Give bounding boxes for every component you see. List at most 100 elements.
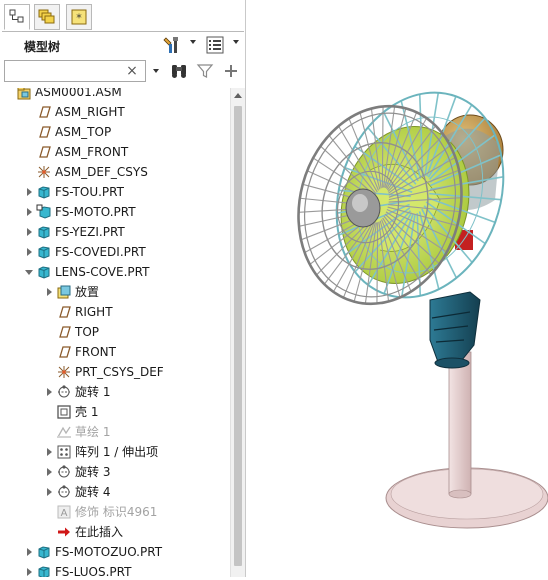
expand-arrow-icon[interactable] [24,542,34,562]
tools-dropdown-caret[interactable] [190,40,196,44]
model-tree-panel: * 模型树 × ASM0001.ASM ASM_RIGHT ASM_TOP AS… [0,0,246,577]
search-dropdown-caret[interactable] [153,69,159,73]
revolve-icon [56,384,72,400]
expand-arrow-icon[interactable] [44,382,54,402]
settings-tools-button[interactable] [163,36,181,54]
tree-item-label: FRONT [75,345,116,359]
tree-item-label: 旋转 1 [75,385,111,399]
insert-here-arrow-icon [56,524,72,540]
part-linked-icon [36,204,52,220]
expand-arrow-icon[interactable] [44,462,54,482]
tree-item-label: LENS-COVE.PRT [55,265,150,279]
options-dropdown-caret[interactable] [233,40,239,44]
tree-item-label: 草绘 1 [75,425,111,439]
tree-item[interactable]: FS-LUOS.PRT [0,562,230,577]
tree-item[interactable]: 旋转 4 [0,482,230,502]
placement-icon [56,284,72,300]
expand-arrow-icon[interactable] [44,442,54,462]
assembly-icon [16,88,32,100]
expand-arrow-icon[interactable] [44,282,54,302]
tree-item-label: PRT_CSYS_DEF [75,365,164,379]
panel-title: 模型树 [24,40,61,54]
search-clear-icon[interactable]: × [124,61,140,81]
tree-item-label: FS-MOTOZUO.PRT [55,545,163,559]
tree-item-label: ASM0001.ASM [35,88,122,99]
tab-model-tree[interactable] [4,4,30,30]
tree-item-label: FS-TOU.PRT [55,185,124,199]
tree-item[interactable]: 放置 [0,282,230,302]
datum-plane-icon [56,344,72,360]
scrollbar-thumb[interactable] [234,106,242,566]
tree-item[interactable]: 阵列 1 / 伸出项 [0,442,230,462]
tree-item[interactable]: ASM0001.ASM [0,88,230,102]
tree-item[interactable]: PRT_CSYS_DEF [0,362,230,382]
tree-item-label: 放置 [75,285,100,299]
cosmetic-icon: A [56,504,72,520]
stand-pole [448,351,472,495]
part-icon [36,544,52,560]
tree-item-label: 在此插入 [75,525,124,539]
tree-item-label: ASM_TOP [55,125,112,139]
scroll-up-arrow-icon[interactable] [234,93,242,98]
tree-item-label: RIGHT [75,305,113,319]
tree-item-label: 旋转 4 [75,485,111,499]
filter-icon [196,64,214,78]
show-options-button[interactable] [206,36,224,54]
expand-arrow-icon[interactable] [24,182,34,202]
expand-arrow-icon[interactable] [24,242,34,262]
tree-item-label: ASM_RIGHT [55,105,125,119]
tree-item-label: ASM_FRONT [55,145,129,159]
tree-item-label: FS-MOTO.PRT [55,205,136,219]
svg-text:*: * [76,12,82,25]
revolve-icon [56,484,72,500]
tree-item[interactable]: LENS-COVE.PRT [0,262,230,282]
tree-item[interactable]: TOP [0,322,230,342]
tree-item[interactable]: FRONT [0,342,230,362]
tree-item[interactable]: 旋转 3 [0,462,230,482]
find-button[interactable] [170,62,188,80]
tree-item[interactable]: FS-TOU.PRT [0,182,230,202]
csys-icon [56,364,72,380]
tab-favorites[interactable]: * [66,4,92,30]
list-view-icon [206,36,224,54]
expand-arrow-icon[interactable] [24,202,34,222]
csys-icon [36,164,52,180]
part-icon [36,264,52,280]
tree-item[interactable]: ASM_RIGHT [0,102,230,122]
tools-icon [163,37,178,53]
tree-item[interactable]: A 修饰 标识4961 [0,502,230,522]
tree-item[interactable]: ASM_DEF_CSYS [0,162,230,182]
tree-item[interactable]: RIGHT [0,302,230,322]
tree-item-label: FS-LUOS.PRT [55,565,132,577]
graphics-window[interactable] [247,0,548,577]
tree-item[interactable]: 在此插入 [0,522,230,542]
tree-item[interactable]: ASM_FRONT [0,142,230,162]
tab-layers[interactable] [34,4,60,30]
tree-item[interactable]: FS-YEZI.PRT [0,222,230,242]
tree-item[interactable]: FS-COVEDI.PRT [0,242,230,262]
tree-item-label: 旋转 3 [75,465,111,479]
tree-vertical-scrollbar[interactable] [230,88,245,577]
fan-neck [429,291,481,366]
collapse-arrow-icon[interactable] [24,262,34,282]
tree-item[interactable]: ASM_TOP [0,122,230,142]
tree-item[interactable]: FS-MOTOZUO.PRT [0,542,230,562]
add-column-button[interactable] [222,62,240,80]
expand-arrow-icon[interactable] [24,562,34,577]
fan-assembly-model [297,91,548,529]
tree-item[interactable]: 旋转 1 [0,382,230,402]
filter-button[interactable] [196,62,214,80]
tree-item[interactable]: 壳 1 [0,402,230,422]
datum-plane-icon [36,124,52,140]
tree-item-label: FS-COVEDI.PRT [55,245,146,259]
expand-arrow-icon[interactable] [44,482,54,502]
tree-item[interactable]: FS-MOTO.PRT [0,202,230,222]
tree-item[interactable]: 草绘 1 [0,422,230,442]
binoculars-icon [172,65,186,78]
sketch-icon [56,424,72,440]
part-icon [36,244,52,260]
model-tree-icon [9,9,24,23]
part-icon [36,224,52,240]
expand-arrow-icon[interactable] [24,222,34,242]
model-tree-toolbar: 模型树 [0,32,245,58]
